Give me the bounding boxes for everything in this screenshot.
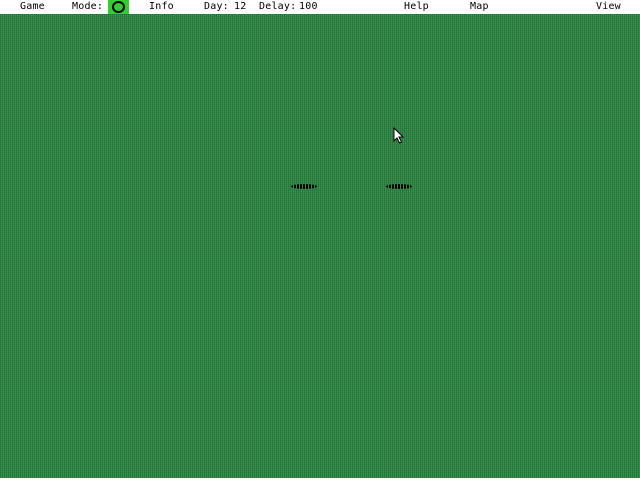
game-playfield[interactable]: [0, 14, 640, 478]
circle-mode-icon: [112, 1, 125, 13]
mode-button[interactable]: [108, 0, 129, 14]
delay-label: Delay:: [259, 1, 297, 12]
menu-game[interactable]: Game: [20, 0, 45, 14]
menu-help[interactable]: Help: [404, 0, 429, 14]
menu-bar: Game Mode: Info Day: 12 Delay: 100 Help …: [0, 0, 640, 14]
game-unit[interactable]: [386, 184, 412, 189]
menu-info[interactable]: Info: [149, 0, 174, 14]
mouse-pointer-icon: [393, 127, 405, 144]
day-label: Day:: [204, 1, 229, 12]
delay-value[interactable]: 100: [299, 0, 318, 14]
menu-map[interactable]: Map: [470, 0, 489, 14]
mode-label: Mode:: [72, 1, 104, 12]
menu-view[interactable]: View: [596, 0, 621, 14]
game-unit[interactable]: [291, 184, 317, 189]
day-counter: 12: [234, 1, 247, 12]
